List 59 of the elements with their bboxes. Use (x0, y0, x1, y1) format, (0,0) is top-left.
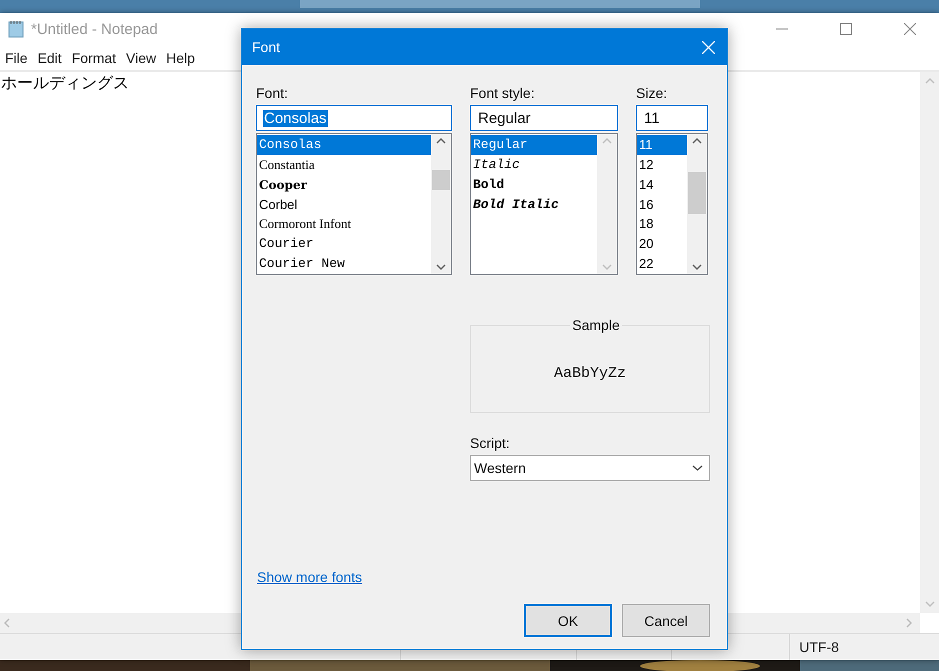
scroll-thumb[interactable] (688, 172, 706, 214)
menu-item[interactable]: Edit (32, 50, 67, 66)
dropdown-value: Western (474, 460, 526, 476)
list-item[interactable]: 12 (637, 154, 687, 175)
status-text: UTF-8 (789, 634, 939, 660)
list-item[interactable]: 18 (637, 214, 687, 234)
maximize-icon (840, 23, 852, 35)
list-item[interactable]: Constantia (257, 154, 431, 175)
dialog-button[interactable]: Cancel (622, 604, 710, 637)
list-item[interactable]: Courier New (257, 254, 431, 274)
scroll-thumb[interactable] (432, 170, 450, 190)
scroll-up-icon[interactable] (692, 138, 702, 144)
list-item[interactable]: 22 (637, 254, 687, 274)
sample-text: AaBbYyZz (554, 365, 626, 382)
close-icon[interactable] (702, 40, 715, 54)
list-item[interactable]: Corbel (257, 194, 431, 214)
list-item[interactable]: Bold (471, 175, 597, 195)
list-item[interactable]: Courier (257, 234, 431, 254)
input-field[interactable]: Regular (470, 105, 618, 131)
field-label: Script: (470, 435, 511, 453)
field-value: Regular (477, 110, 532, 126)
group-label: Sample (571, 317, 621, 333)
menu-item[interactable]: View (121, 50, 162, 66)
field-label: Size: (636, 85, 668, 103)
scroll-up-icon[interactable] (436, 138, 446, 144)
list-item[interactable]: Bold Italic (471, 195, 597, 215)
input-field[interactable]: 11 (636, 105, 708, 131)
field-value: 11 (643, 110, 661, 126)
show-more-fonts-link[interactable]: Show more fonts (257, 569, 362, 585)
dialog-button[interactable]: OK (524, 604, 612, 637)
input-field[interactable]: Consolas (256, 105, 452, 131)
list-scrollbar[interactable] (687, 134, 707, 274)
scroll-down-icon[interactable] (436, 264, 446, 270)
list-scrollbar[interactable] (431, 134, 451, 274)
minimize-icon (776, 28, 788, 30)
window-title: *Untitled - Notepad (31, 20, 159, 38)
scroll-down-icon[interactable] (692, 264, 702, 270)
scroll-right-icon (906, 618, 912, 628)
list-item[interactable]: Regular (471, 135, 597, 155)
menu-item[interactable]: File (0, 50, 33, 66)
script-dropdown[interactable]: Western (470, 455, 710, 481)
scroll-left-icon (4, 618, 10, 628)
list-item[interactable]: Consolas (257, 135, 431, 155)
list-item[interactable]: Cormoront Infont (257, 214, 431, 234)
dialog-title: Font (252, 39, 280, 55)
chevron-down-icon (692, 465, 703, 471)
field-label: Font style: (470, 85, 536, 103)
field-value: Consolas (263, 110, 328, 126)
close-icon (904, 23, 916, 35)
menu-item[interactable]: Format (66, 50, 122, 66)
list-item[interactable]: 20 (637, 234, 687, 254)
list-item[interactable]: Cooper (257, 174, 431, 195)
list-item[interactable]: 16 (637, 194, 687, 214)
list-item[interactable]: 11 (637, 135, 687, 155)
list-item[interactable]: Italic (471, 155, 597, 175)
list-item[interactable]: 14 (637, 174, 687, 195)
menu-item[interactable]: Help (161, 50, 200, 66)
field-label: Font: (256, 85, 289, 103)
notepad-icon (7, 20, 25, 38)
